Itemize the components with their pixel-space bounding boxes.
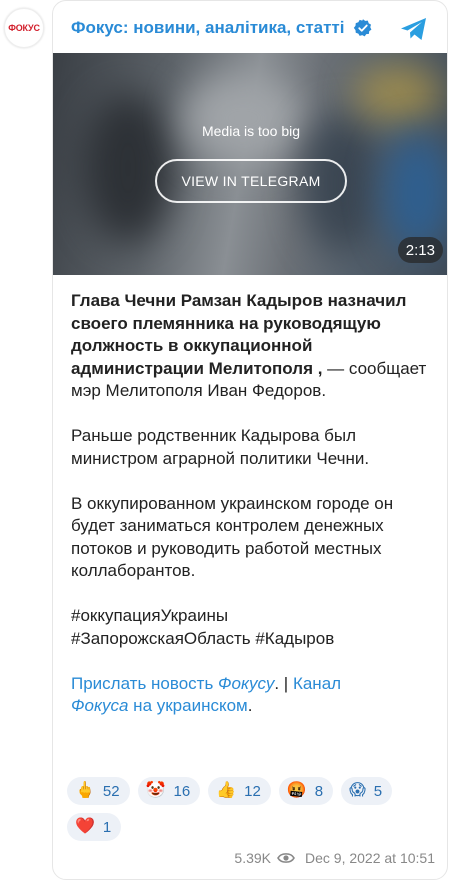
post-date[interactable]: Dec 9, 2022 at 10:51	[305, 850, 435, 866]
video-duration: 2:13	[397, 237, 443, 263]
blur-shape	[353, 63, 443, 123]
view-in-telegram-button[interactable]: VIEW IN TELEGRAM	[155, 159, 347, 203]
eye-icon	[277, 853, 295, 863]
post-paragraph-2: Раньше родственник Кадырова был министро…	[71, 426, 370, 468]
reaction-thumbs-up[interactable]: 👍 12	[208, 777, 271, 805]
hashtags: #оккупацияУкраины #ЗапорожскаяОбласть #К…	[71, 605, 441, 650]
post-header: Фокус: новини, аналітика, статті	[71, 15, 435, 41]
blur-shape	[383, 133, 447, 253]
post-text: Глава Чечни Рамзан Кадыров назначил свое…	[71, 290, 441, 718]
reaction-middle-finger[interactable]: 🖕 52	[67, 777, 130, 805]
reactions-bar: 🖕 52 🤡 16 👍 12 🤬 8 😱 5 ❤️ 1	[67, 777, 443, 841]
post-paragraph-3: В оккупированном украинском городе он бу…	[71, 493, 394, 581]
channel-title[interactable]: Фокус: новини, аналітика, статті	[71, 18, 345, 38]
channel-avatar[interactable]: ФОКУС	[4, 8, 44, 48]
reaction-clown[interactable]: 🤡 16	[137, 777, 201, 805]
post-meta: 5.39K Dec 9, 2022 at 10:51	[234, 850, 435, 866]
media-too-big-message: Media is too big	[201, 123, 301, 139]
reaction-scream[interactable]: 😱 5	[341, 777, 393, 805]
verified-icon	[353, 19, 371, 37]
reaction-angry[interactable]: 🤬 8	[278, 777, 334, 805]
hashtag-line-2[interactable]: #ЗапорожскаяОбласть #Кадыров	[71, 629, 334, 648]
view-count: 5.39K	[234, 850, 271, 866]
hashtag-line-1[interactable]: #оккупацияУкраины	[71, 606, 228, 625]
telegram-icon[interactable]	[399, 15, 429, 43]
reaction-heart[interactable]: ❤️ 1	[67, 813, 122, 841]
post-paragraph-1: Глава Чечни Рамзан Кадыров назначил свое…	[71, 290, 441, 403]
video-preview[interactable]: Media is too big VIEW IN TELEGRAM 2:13	[53, 53, 447, 275]
blur-shape	[183, 73, 303, 163]
send-news-link[interactable]: Прислать новость Фокусу	[71, 674, 274, 693]
footer-links: Прислать новость Фокусу. | Канал Фокуса н…	[71, 673, 342, 716]
post-card: Фокус: новини, аналітика, статті Media i…	[52, 0, 448, 880]
